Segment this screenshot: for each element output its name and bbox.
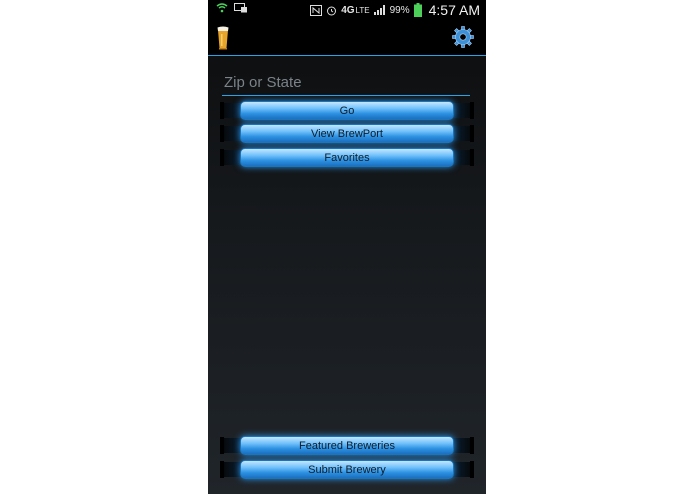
battery-percent: 99% [389,4,410,16]
status-bar: 4G LTE 99% 4:57 AM [208,0,486,20]
submit-brewery-button[interactable]: Submit Brewery [240,460,454,479]
network-subtype: LTE [355,5,370,15]
phone-screen: 4G LTE 99% 4:57 AM Zip or State Go View … [208,0,486,494]
featured-breweries-button-row: Featured Breweries [220,436,474,455]
view-brewport-button-row: View BrewPort [220,124,474,143]
action-bar [208,20,486,56]
wifi-icon [216,3,228,13]
submit-brewery-button-row: Submit Brewery [220,460,474,479]
signal-icon [373,5,385,15]
zip-state-input[interactable] [222,72,470,96]
battery-icon [413,3,422,17]
message-icon [234,3,247,13]
network-type: 4G [341,4,355,16]
favorites-button[interactable]: Favorites [240,148,454,167]
beer-glass-icon [217,26,229,50]
featured-breweries-button[interactable]: Featured Breweries [240,436,454,455]
nfc-icon [310,4,323,16]
status-left [216,3,248,13]
view-brewport-button[interactable]: View BrewPort [240,124,454,143]
status-right: 4G LTE 99% 4:57 AM [310,2,480,18]
go-button-row: Go [220,101,474,120]
go-button[interactable]: Go [240,101,454,120]
gear-icon[interactable] [452,26,474,48]
clock: 4:57 AM [428,2,480,18]
search-field-wrap [222,72,470,96]
favorites-button-row: Favorites [220,148,474,167]
alarm-icon [327,6,337,15]
